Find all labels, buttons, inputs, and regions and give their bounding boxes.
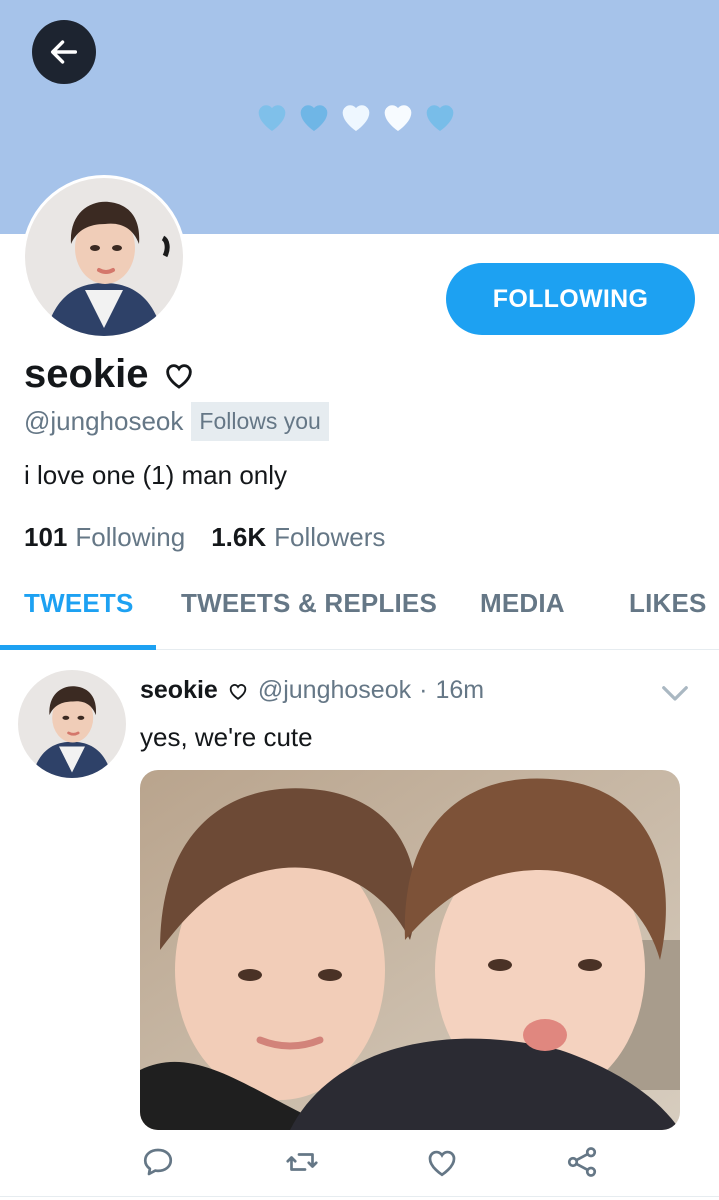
tweet-avatar[interactable] [18,670,126,778]
tweet-actions [140,1144,610,1184]
back-button[interactable] [32,20,96,84]
blue-heart-icon [258,105,286,131]
tweet-author-handle: @junghoseok [257,676,412,704]
display-name: seokie [24,352,149,396]
avatar-photo [25,178,183,336]
handle-row: @junghoseok Follows you [24,402,329,441]
tweet-separator: · [419,676,428,704]
active-tab-indicator [0,645,156,650]
tweet-time: 16m [435,676,485,704]
blue-heart-icon [300,105,328,131]
tab-likes[interactable]: LIKES [629,588,707,619]
profile-tabs: TWEETS TWEETS & REPLIES MEDIA LIKES [0,570,719,650]
profile-handle: @junghoseok [24,406,184,436]
profile-stats: 101 Following 1.6K Followers [24,522,385,553]
tweet-header: seokie @junghoseok · 16m [140,676,484,705]
following-label: Following [75,522,186,552]
heart-outline-icon [229,683,247,700]
blue-heart-icon [426,105,454,131]
divider [0,1196,719,1197]
tab-tweets-replies[interactable]: TWEETS & REPLIES [181,588,437,619]
arrow-left-icon [50,40,78,64]
tweet-text: yes, we're cute [140,722,313,752]
follows-you-badge: Follows you [191,402,329,441]
tweet-author-name[interactable]: seokie [140,676,218,705]
retweet-icon[interactable] [284,1144,320,1180]
tab-tweets[interactable]: TWEETS [24,588,134,619]
white-heart-icon [384,105,412,131]
heart-outline-icon [165,363,192,389]
tab-media[interactable]: MEDIA [480,588,565,619]
profile-name-row: seokie [24,352,197,397]
reply-icon[interactable] [140,1144,176,1180]
following-count: 101 [24,522,68,552]
like-icon[interactable] [424,1144,460,1180]
followers-label: Followers [274,522,386,552]
white-heart-icon [342,105,370,131]
followers-stat[interactable]: 1.6K Followers [211,522,385,553]
share-icon[interactable] [564,1144,600,1180]
avatar-photo [18,670,126,778]
photo-image [140,770,680,1130]
following-stat[interactable]: 101 Following [24,522,185,553]
profile-bio: i love one (1) man only [24,460,288,490]
banner-hearts [252,96,460,136]
followers-count: 1.6K [211,522,267,552]
chevron-down-icon[interactable] [660,682,690,706]
tweet-photo[interactable] [140,770,680,1130]
profile-avatar[interactable] [22,175,186,339]
following-button[interactable]: FOLLOWING [446,263,695,335]
